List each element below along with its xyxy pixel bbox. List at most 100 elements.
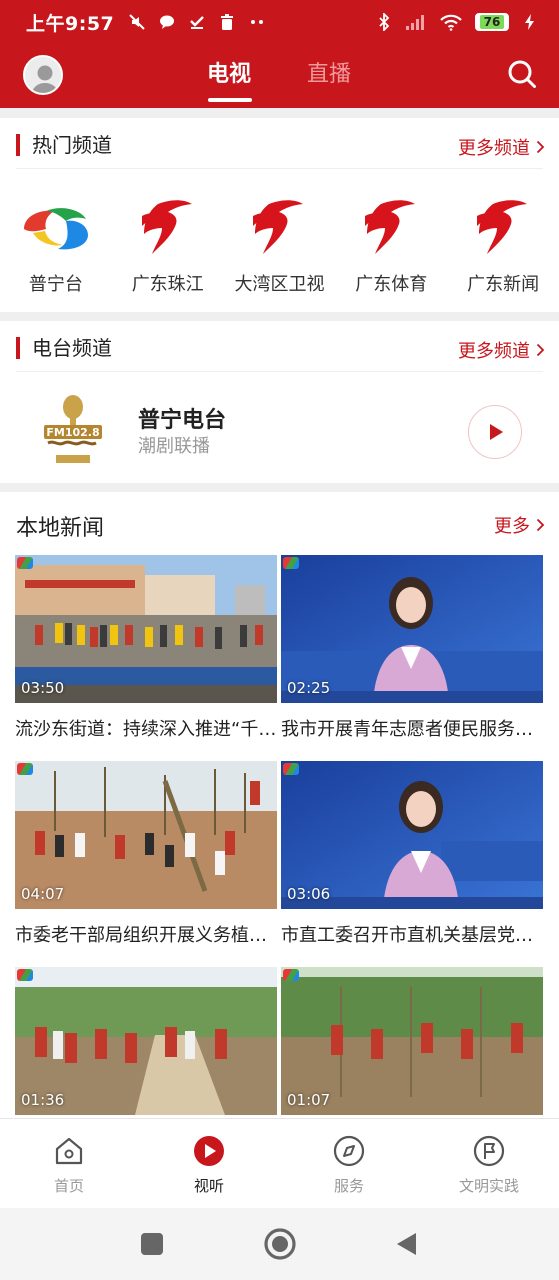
mute-icon	[129, 14, 145, 30]
tv-watermark-icon	[283, 763, 299, 775]
more-news-link[interactable]: 更多	[494, 512, 545, 538]
tv-watermark-icon	[283, 557, 299, 569]
compass-icon	[333, 1135, 365, 1167]
more-dots-icon	[251, 20, 264, 24]
gdtv-logo-icon	[365, 200, 416, 254]
news-thumbnail: 01:36	[15, 967, 277, 1115]
channel-item[interactable]: 大湾区卫视	[224, 196, 336, 296]
tv-watermark-icon	[17, 763, 33, 775]
charging-bolt-icon	[525, 14, 534, 30]
divider	[16, 371, 543, 372]
news-item[interactable]: 03:50 流沙东街道：持续深入推进“千村万池百里河道”清淤行动	[15, 555, 277, 741]
fm-logo-text: FM102.8	[46, 426, 99, 439]
chevron-right-icon	[536, 140, 545, 154]
recents-icon[interactable]	[140, 1232, 164, 1256]
news-thumbnail: 01:07	[281, 967, 543, 1115]
tv-watermark-icon	[17, 969, 33, 981]
home-button-icon[interactable]	[263, 1227, 297, 1261]
nav-media[interactable]: 视听	[169, 1135, 249, 1196]
back-icon[interactable]	[394, 1231, 418, 1257]
tab-live[interactable]: 直播	[307, 56, 351, 88]
news-item[interactable]: 03:06 市直工委召开市直机关基层党建工作会议	[281, 761, 543, 947]
section-title: 本地新闻	[16, 516, 105, 541]
more-label: 更多频道	[458, 138, 530, 159]
video-duration: 01:07	[287, 1091, 331, 1109]
section-title: 电台频道	[16, 337, 112, 359]
user-avatar-icon	[25, 57, 61, 93]
channel-name: 广东新闻	[467, 274, 540, 295]
battery-level: 76	[479, 15, 505, 29]
hot-channels-section: 热门频道 更多频道 普宁台 广东珠江 大湾区卫视 广东体育 广东新闻	[0, 118, 559, 312]
nav-civilization[interactable]: 文明实践	[449, 1135, 529, 1196]
radio-station-logo[interactable]: FM102.8	[38, 389, 108, 469]
fm-logo-icon: FM102.8	[44, 395, 102, 463]
tv-watermark-icon	[283, 969, 299, 981]
news-item[interactable]: 01:07	[281, 967, 543, 1118]
status-time: 上午9:57	[26, 12, 115, 35]
news-item[interactable]: 04:07 市委老干部局组织开展义务植树活动	[15, 761, 277, 947]
play-button[interactable]	[468, 405, 522, 459]
divider	[16, 168, 543, 169]
channel-name: 广东珠江	[131, 274, 204, 295]
puning-tv-logo-icon	[23, 208, 88, 250]
wifi-icon	[440, 14, 462, 31]
chevron-right-icon	[536, 518, 545, 532]
more-radio-link[interactable]: 更多频道	[458, 337, 545, 363]
radio-station-program: 潮剧联播	[138, 436, 210, 457]
news-title: 市直工委召开市直机关基层党建工作会议	[281, 925, 543, 946]
channel-item[interactable]: 普宁台	[0, 196, 112, 296]
video-duration: 03:06	[287, 885, 331, 903]
video-duration: 04:07	[21, 885, 65, 903]
play-icon	[194, 1136, 224, 1166]
news-title: 我市开展青年志愿者便民服务活动	[281, 719, 543, 740]
gdtv-logo-icon	[477, 200, 528, 254]
more-channels-link[interactable]: 更多频道	[458, 134, 545, 160]
nav-label: 文明实践	[458, 1177, 519, 1195]
nav-label: 视听	[193, 1177, 224, 1195]
search-icon[interactable]	[507, 59, 537, 89]
nav-label: 服务	[333, 1177, 364, 1195]
gdtv-logo-icon	[141, 200, 192, 254]
channel-name: 广东体育	[355, 274, 428, 295]
app-header: 上午9:57 76 电视 直播	[0, 0, 559, 108]
chat-bubble-icon	[160, 15, 175, 29]
trash-icon	[221, 14, 234, 30]
news-thumbnail: 02:25	[281, 555, 543, 703]
radio-channels-section: 电台频道 更多频道 FM102.8 普宁电台 潮剧联播	[0, 321, 559, 483]
channel-name: 大湾区卫视	[234, 274, 325, 295]
nav-label: 首页	[53, 1177, 84, 1195]
channel-item[interactable]: 广东珠江	[112, 196, 224, 296]
radio-station-name[interactable]: 普宁电台	[138, 402, 226, 434]
avatar[interactable]	[23, 55, 63, 95]
video-duration: 02:25	[287, 679, 331, 697]
tv-watermark-icon	[17, 557, 33, 569]
local-news-section: 本地新闻 更多 03:50 流沙东街道：持续深入推进“千村 02:25 我市开展…	[0, 492, 559, 1118]
system-nav-bar	[0, 1208, 559, 1280]
bottom-nav: 首页 视听 服务 文明实践	[0, 1118, 559, 1208]
news-item[interactable]: 02:25 我市开展青年志愿者便民服务活动	[281, 555, 543, 741]
channel-item[interactable]: 广东新闻	[447, 196, 559, 296]
battery-indicator: 76	[475, 13, 509, 31]
nav-service[interactable]: 服务	[309, 1135, 389, 1196]
cell-signal-icon	[406, 15, 424, 30]
channel-item[interactable]: 广东体育	[335, 196, 447, 296]
channel-list: 普宁台 广东珠江 大湾区卫视 广东体育 广东新闻	[0, 196, 559, 296]
more-label: 更多	[494, 516, 530, 537]
chevron-right-icon	[536, 343, 545, 357]
check-download-icon	[190, 16, 205, 29]
tab-tv[interactable]: 电视	[207, 56, 251, 88]
home-icon	[55, 1137, 83, 1165]
status-bar: 上午9:57 76	[0, 0, 559, 44]
news-thumbnail: 03:50	[15, 555, 277, 703]
news-thumbnail: 03:06	[281, 761, 543, 909]
flag-icon	[473, 1135, 505, 1167]
news-item[interactable]: 01:36	[15, 967, 277, 1118]
top-nav: 电视 直播	[0, 44, 559, 108]
play-icon	[490, 424, 503, 440]
video-duration: 03:50	[21, 679, 65, 697]
gdtv-logo-icon	[253, 200, 304, 254]
channel-name: 普宁台	[28, 274, 83, 295]
nav-home[interactable]: 首页	[29, 1135, 109, 1196]
active-tab-indicator	[208, 98, 252, 102]
more-label: 更多频道	[458, 341, 530, 362]
